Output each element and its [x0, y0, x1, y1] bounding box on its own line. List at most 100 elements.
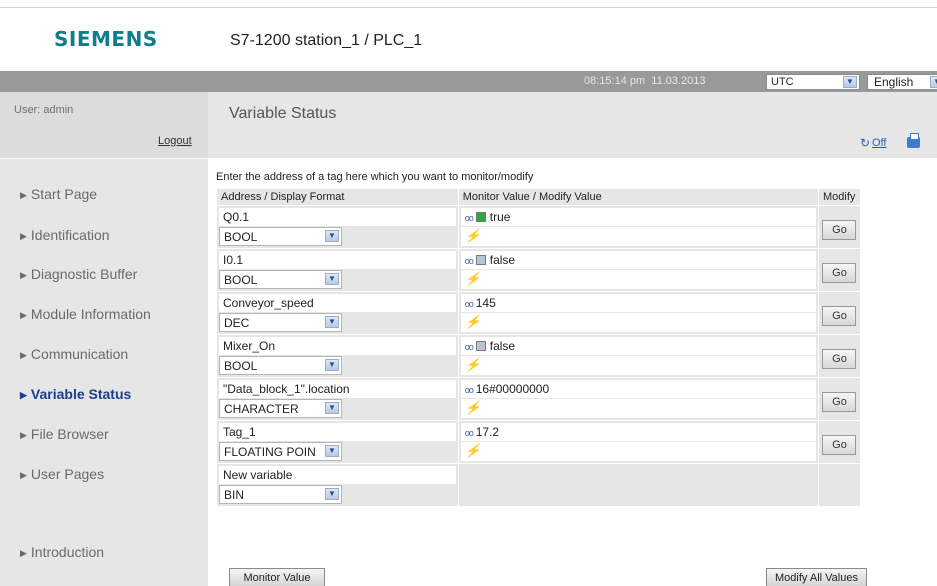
format-select[interactable]: BOOL ▼	[219, 227, 342, 246]
timezone-select[interactable]: UTC ▼	[766, 74, 860, 90]
pencil-icon: ⚡	[464, 271, 481, 286]
table-header-row: Address / Display Format Monitor Value /…	[216, 188, 862, 206]
modify-value-field[interactable]: ⚡	[460, 227, 816, 246]
go-button[interactable]: Go	[822, 392, 857, 412]
pencil-icon: ⚡	[464, 400, 481, 415]
format-select[interactable]: FLOATING POIN ▼	[219, 442, 342, 461]
table-row-new: New variable BIN ▼	[216, 463, 862, 507]
nav-label: Diagnostic Buffer	[30, 266, 138, 282]
language-select[interactable]: English ▼	[867, 74, 937, 90]
glasses-icon: oo	[464, 213, 474, 223]
go-button[interactable]: Go	[822, 349, 857, 369]
triangle-right-icon: ▶	[20, 270, 27, 280]
address-field[interactable]: Q0.1	[219, 208, 456, 226]
page-title: Variable Status	[229, 105, 337, 122]
chevron-down-icon: ▼	[325, 445, 339, 457]
user-panel	[0, 92, 208, 159]
chevron-down-icon: ▼	[325, 273, 339, 285]
top-divider	[0, 7, 937, 8]
nav-label: Variable Status	[30, 386, 132, 402]
pencil-icon: ⚡	[464, 228, 481, 243]
triangle-right-icon: ▶	[20, 310, 27, 320]
address-field[interactable]: Mixer_On	[219, 337, 456, 355]
table-row: Mixer_On BOOL ▼ oo false ⚡ Go	[216, 334, 862, 378]
format-value: BIN	[224, 488, 245, 502]
monitor-value: oo false	[460, 337, 816, 355]
state-indicator-icon	[475, 212, 486, 222]
empty-monitor-cell	[457, 463, 819, 507]
address-field[interactable]: Conveyor_speed	[219, 294, 456, 312]
nav-label: File Browser	[30, 426, 109, 442]
nav-label: User Pages	[30, 466, 105, 482]
format-value: BOOL	[224, 273, 258, 287]
address-field[interactable]: "Data_block_1".location	[219, 380, 456, 398]
modify-value-field[interactable]: ⚡	[460, 270, 816, 289]
nav-introduction[interactable]: ▶ Introduction	[20, 544, 104, 560]
triangle-right-icon: ▶	[20, 470, 27, 480]
nav-label: Identification	[30, 227, 110, 243]
format-select[interactable]: BOOL ▼	[219, 270, 342, 289]
modify-all-values-button[interactable]: Modify All Values	[766, 568, 867, 586]
glasses-icon: oo	[464, 385, 474, 395]
pencil-icon: ⚡	[464, 357, 481, 372]
format-select[interactable]: BIN ▼	[219, 485, 342, 504]
nav-module-information[interactable]: ▶ Module Information	[20, 306, 151, 322]
monitor-value-text: 145	[475, 296, 496, 310]
format-select[interactable]: CHARACTER ▼	[219, 399, 342, 418]
nav-file-browser[interactable]: ▶ File Browser	[20, 426, 109, 442]
go-button[interactable]: Go	[822, 306, 857, 326]
glasses-icon: oo	[464, 342, 474, 352]
modify-value-field[interactable]: ⚡	[460, 356, 816, 375]
triangle-right-icon: ▶	[20, 350, 27, 360]
triangle-right-icon: ▶	[20, 548, 27, 558]
table-row: I0.1 BOOL ▼ oo false ⚡ Go	[216, 248, 862, 292]
monitor-value-button[interactable]: Monitor Value	[229, 568, 325, 586]
go-button[interactable]: Go	[822, 435, 857, 455]
modify-value-field[interactable]: ⚡	[460, 442, 816, 461]
chevron-down-icon: ▼	[843, 76, 857, 88]
triangle-right-icon: ▶	[20, 430, 27, 440]
printer-icon[interactable]	[907, 133, 920, 148]
nav-start-page[interactable]: ▶ Start Page	[20, 186, 97, 202]
auto-refresh-off-link[interactable]: Off	[872, 137, 886, 149]
chevron-down-icon: ▼	[325, 316, 339, 328]
format-select[interactable]: BOOL ▼	[219, 356, 342, 375]
modify-value-field[interactable]: ⚡	[460, 313, 816, 332]
chevron-down-icon: ▼	[930, 76, 937, 88]
state-indicator-icon	[475, 341, 486, 351]
address-field[interactable]: I0.1	[219, 251, 456, 269]
variable-table: Address / Display Format Monitor Value /…	[216, 188, 862, 507]
instruction-text: Enter the address of a tag here which yo…	[216, 171, 534, 183]
new-address-field[interactable]: New variable	[219, 466, 456, 484]
clock-date: 11.03.2013	[651, 75, 706, 87]
format-select[interactable]: DEC ▼	[219, 313, 342, 332]
pencil-icon: ⚡	[464, 314, 481, 329]
glasses-icon: oo	[464, 256, 474, 266]
monitor-value: oo 145	[460, 294, 816, 312]
nav-diagnostic-buffer[interactable]: ▶ Diagnostic Buffer	[20, 266, 137, 282]
monitor-value: oo true	[460, 208, 816, 226]
refresh-icon[interactable]: ↻	[860, 136, 870, 150]
monitor-value: oo 17.2	[460, 423, 816, 441]
station-title: S7-1200 station_1 / PLC_1	[230, 32, 423, 49]
nav-label: Module Information	[30, 306, 151, 322]
user-label: User: admin	[14, 104, 74, 116]
clock-time: 08:15:14 pm	[584, 75, 646, 87]
timezone-value: UTC	[771, 76, 794, 88]
monitor-value-text: false	[489, 253, 516, 267]
nav-user-pages[interactable]: ▶ User Pages	[20, 466, 104, 482]
triangle-right-icon: ▶	[20, 231, 27, 241]
modify-value-field[interactable]: ⚡	[460, 399, 816, 418]
address-field[interactable]: Tag_1	[219, 423, 456, 441]
logout-link[interactable]: Logout	[158, 135, 192, 147]
nav-identification[interactable]: ▶ Identification	[20, 227, 110, 243]
nav-variable-status[interactable]: ▶ Variable Status	[20, 386, 131, 402]
table-row: Conveyor_speed DEC ▼ oo 145 ⚡ Go	[216, 291, 862, 335]
go-button[interactable]: Go	[822, 220, 857, 240]
glasses-icon: oo	[464, 299, 474, 309]
monitor-value-text: 16#00000000	[475, 382, 550, 396]
nav-communication[interactable]: ▶ Communication	[20, 346, 128, 362]
table-row: Tag_1 FLOATING POIN ▼ oo 17.2 ⚡ Go	[216, 420, 862, 464]
header-address: Address / Display Format	[216, 188, 459, 206]
go-button[interactable]: Go	[822, 263, 857, 283]
